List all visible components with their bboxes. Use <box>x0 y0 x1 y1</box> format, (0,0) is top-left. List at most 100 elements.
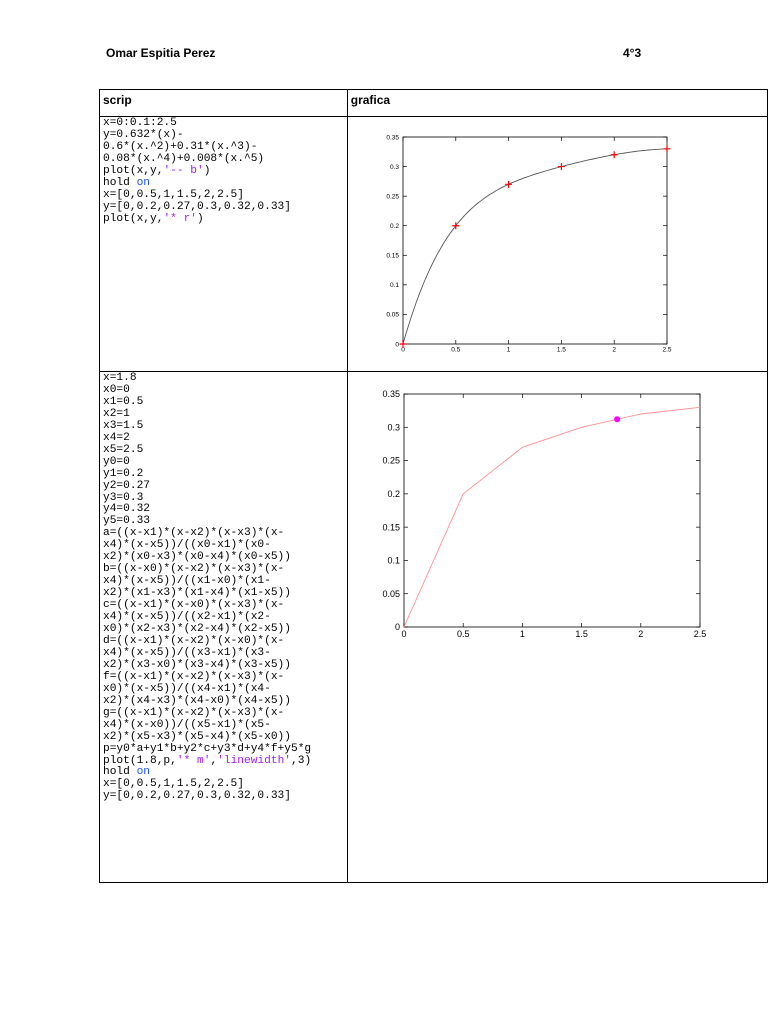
x-tick-label: 1 <box>507 347 511 354</box>
x-tick-label: 0.5 <box>457 629 470 639</box>
code-text: x3=1.5 <box>103 419 144 432</box>
code-string: '* m' <box>176 754 211 767</box>
code-text: x=[0,0.5,1,1.5,2,2.5] <box>103 188 244 201</box>
table-header-row: scrip grafica <box>99 89 768 117</box>
code-text: ,3) <box>291 754 312 767</box>
code-line: y5=0.33 <box>103 515 150 527</box>
code-text: hold <box>103 766 137 779</box>
data-point-marker <box>504 180 512 188</box>
code-text: x4)*(x-x0))/((x5-x1)*(x5- <box>103 718 271 731</box>
y-tick-label: 0.1 <box>387 556 400 566</box>
code-line: plot(1.8,p,'* m','linewidth',3) <box>103 755 311 767</box>
code-line: plot(x,y,'-- b') <box>103 165 210 177</box>
code-line: c=((x-x1)*(x-x0)*(x-x3)*(x- <box>103 599 284 611</box>
x-tick-label: 0 <box>401 629 406 639</box>
code-text: f=((x-x1)*(x-x2)*(x-x3)*(x- <box>103 670 285 683</box>
chart-cell-1: 0 0.5 1 1.5 2 2.5 0 0.05 0.1 0.15 0.2 0.25 0.3 0.35 <box>346 116 768 372</box>
code-line: y1=0.2 <box>103 468 143 480</box>
y-tick-label: 0.1 <box>390 282 399 289</box>
code-text: plot(x,y, <box>103 212 164 225</box>
code-line: 0.6*(x.^2)+0.31*(x.^3)- <box>103 141 257 153</box>
code-line: x4)*(x-x5))/((x2-x1)*(x2- <box>103 611 271 623</box>
series-line <box>403 406 700 628</box>
code-line: y=[0,0.2,0.27,0.3,0.32,0.33] <box>103 201 291 213</box>
code-text: a=((x-x1)*(x-x2)*(x-x3)*(x- <box>103 527 285 540</box>
code-line: x0)*(x2-x3)*(x2-x4)*(x2-x5)) <box>103 623 291 635</box>
column-header-chart: grafica <box>346 89 768 117</box>
x-tick-label: 2.5 <box>662 347 671 354</box>
code-line: a=((x-x1)*(x-x2)*(x-x3)*(x- <box>103 527 284 539</box>
code-text: y5=0.33 <box>103 515 150 528</box>
y-tick-label: 0.2 <box>387 489 400 499</box>
code-line: d=((x-x1)*(x-x2)*(x-x0)*(x- <box>103 635 284 647</box>
code-line: x5=2.5 <box>103 444 143 456</box>
plot-frame <box>402 136 668 345</box>
code-text: plot(x,y, <box>103 164 164 177</box>
code-keyword: on <box>136 176 151 189</box>
code-line: y3=0.3 <box>103 492 143 504</box>
plot-frame <box>403 393 701 628</box>
data-point-marker <box>557 163 565 171</box>
code-text: y=0.632*(x)- <box>103 128 184 141</box>
code-line: g=((x-x1)*(x-x2)*(x-x3)*(x- <box>103 707 284 719</box>
code-string: 'linewidth' <box>217 754 292 767</box>
y-tick-label: 0 <box>395 341 399 348</box>
code-text: x0)*(x-x5))/((x4-x1)*(x4- <box>103 682 271 695</box>
code-line: x4)*(x-x0))/((x5-x1)*(x5- <box>103 719 271 731</box>
code-text: x4)*(x-x5))/((x2-x1)*(x2- <box>103 611 271 624</box>
code-line: b=((x-x0)*(x-x2)*(x-x3)*(x- <box>103 563 284 575</box>
code-line: 0.08*(x.^4)+0.008*(x.^5) <box>103 153 264 165</box>
code-text: p=y0*a+y1*b+y2*c+y3*d+y4*f+y5*g <box>103 742 312 755</box>
code-string: '* r' <box>163 212 198 225</box>
y-tick-label: 0.25 <box>386 193 399 200</box>
code-text: 0.08*(x.^4)+0.008*(x.^5) <box>103 152 265 165</box>
script-cell-1: x=0:0.1:2.5 y=0.632*(x)- 0.6*(x.^2)+0.31… <box>99 116 348 372</box>
y-tick-label: 0.3 <box>390 164 399 171</box>
code-text: y0=0 <box>103 455 130 468</box>
x-tick-label: 2 <box>638 629 643 639</box>
code-text: y3=0.3 <box>103 491 144 504</box>
data-point-marker <box>610 151 618 159</box>
code-line: x0=0 <box>103 384 130 396</box>
code-text: y=[0,0.2,0.27,0.3,0.32,0.33] <box>103 790 291 803</box>
code-text: x2)*(x1-x3)*(x1-x4)*(x1-x5)) <box>103 587 291 600</box>
script-table: scrip grafica x=0:0.1:2.5 y=0.632*(x)- 0… <box>99 89 768 883</box>
code-line: plot(x,y,'* r') <box>103 213 204 225</box>
code-line: x2=1 <box>103 408 130 420</box>
y-tick-label: 0 <box>395 622 400 632</box>
code-string: '-- b' <box>163 164 204 177</box>
section-label: 4°3 <box>623 46 642 60</box>
script-code-2: x=1.8 x0=0 x1=0.5 x2=1 x3=1.5 x4=2 x5=2.… <box>100 372 347 804</box>
y-tick-label: 0.2 <box>390 223 399 230</box>
code-text: x0)*(x2-x3)*(x2-x4)*(x2-x5)) <box>103 623 291 636</box>
chart-cell-2: 0 0.5 1 1.5 2 2.5 0 0.05 0.1 0.15 0.2 0.25 0.3 0.35 <box>346 371 768 883</box>
code-line: x=0:0.1:2.5 <box>103 117 177 129</box>
interpolated-point-marker <box>613 416 620 423</box>
code-line: y2=0.27 <box>103 480 150 492</box>
x-tick-label: 1.5 <box>575 629 588 639</box>
code-text: g=((x-x1)*(x-x2)*(x-x3)*(x- <box>103 706 285 719</box>
code-text: ) <box>197 212 204 225</box>
code-line: y=0.632*(x)- <box>103 129 184 141</box>
y-tick-label: 0.35 <box>382 389 400 399</box>
code-line: y0=0 <box>103 456 130 468</box>
code-text: x4)*(x-x5))/((x1-x0)*(x1- <box>103 575 271 588</box>
series-line <box>402 148 667 345</box>
code-text: x2=1 <box>103 407 130 420</box>
code-line: x=1.8 <box>103 372 137 384</box>
code-line: x4)*(x-x5))/((x1-x0)*(x1- <box>103 575 271 587</box>
code-line: x4)*(x-x5))/((x0-x1)*(x0- <box>103 539 271 551</box>
x-tick-label: 0 <box>401 347 405 354</box>
code-line: x4=2 <box>103 432 130 444</box>
code-line: hold on <box>103 766 150 778</box>
code-line: x=[0,0.5,1,1.5,2,2.5] <box>103 778 244 790</box>
code-text: hold <box>103 176 137 189</box>
code-text: y=[0,0.2,0.27,0.3,0.32,0.33] <box>103 200 291 213</box>
code-text: b=((x-x0)*(x-x2)*(x-x3)*(x- <box>103 563 285 576</box>
column-header-script: scrip <box>99 89 348 117</box>
data-point-marker <box>663 145 671 153</box>
script-cell-2: x=1.8 x0=0 x1=0.5 x2=1 x3=1.5 x4=2 x5=2.… <box>99 371 348 883</box>
code-line: x3=1.5 <box>103 420 143 432</box>
y-tick-label: 0.05 <box>386 312 399 319</box>
code-line: x1=0.5 <box>103 396 143 408</box>
